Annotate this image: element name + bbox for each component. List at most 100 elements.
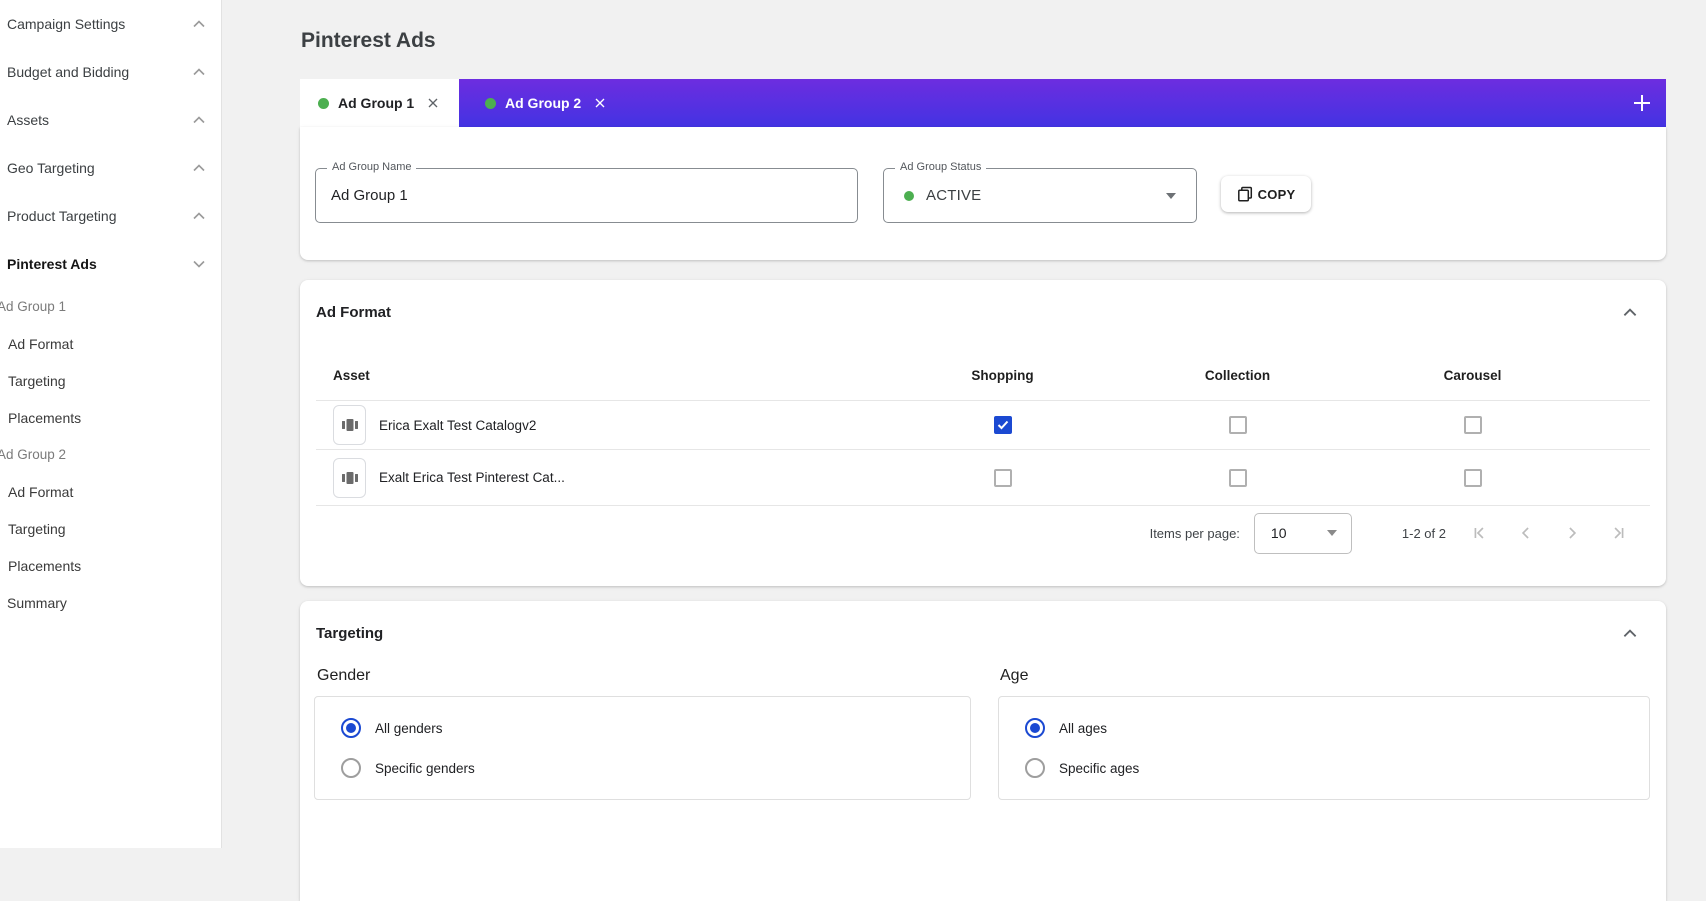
chevron-up-icon — [193, 164, 205, 172]
ad-group-form-card: Ad Group Name Ad Group Status ACTIVE COP… — [300, 127, 1666, 260]
radio-specific-genders[interactable] — [341, 758, 361, 778]
first-page-icon[interactable] — [1470, 523, 1490, 543]
age-option-all[interactable]: All ages — [1025, 718, 1107, 738]
main-area: Pinterest Ads Ad Group 1 Ad Group 2 — [223, 0, 1706, 848]
table-row: Exalt Erica Test Pinterest Cat... — [316, 450, 1650, 506]
asset-thumbnail — [333, 458, 366, 498]
sidebar-item-campaign-settings[interactable]: Campaign Settings — [0, 0, 221, 48]
carousel-icon — [341, 471, 359, 485]
age-label: Age — [1000, 667, 1028, 685]
age-options-box: All ages Specific ages — [998, 696, 1650, 800]
gender-option-all[interactable]: All genders — [341, 718, 443, 738]
sidebar-item-ad-group-1-ad-format[interactable]: Ad Format — [0, 325, 221, 362]
previous-page-icon[interactable] — [1516, 523, 1536, 543]
radio-all-genders[interactable] — [341, 718, 361, 738]
asset-cell: Erica Exalt Test Catalogv2 — [333, 405, 885, 445]
add-ad-group-button[interactable] — [1628, 89, 1656, 117]
ad-format-card: Ad Format Asset Shopping Collection Caro… — [300, 280, 1666, 586]
asset-name: Exalt Erica Test Pinterest Cat... — [379, 470, 565, 485]
chevron-up-icon — [193, 116, 205, 124]
tab-ad-group-2[interactable]: Ad Group 2 — [459, 79, 606, 127]
next-page-icon[interactable] — [1562, 523, 1582, 543]
sidebar-item-ad-group-2-targeting[interactable]: Targeting — [0, 510, 221, 547]
sidebar-item-product-targeting[interactable]: Product Targeting — [0, 192, 221, 240]
checkbox-shopping[interactable] — [994, 469, 1012, 487]
tab-bar-purple-region: Ad Group 2 — [459, 79, 1666, 127]
column-header-carousel: Carousel — [1444, 368, 1502, 383]
ad-group-name-field-wrapper: Ad Group Name — [315, 168, 858, 223]
close-icon[interactable] — [594, 97, 606, 109]
chevron-up-icon — [193, 20, 205, 28]
sidebar-group-ad-group-1: Ad Group 1 — [0, 288, 221, 325]
radio-all-ages[interactable] — [1025, 718, 1045, 738]
paginator-range-label: 1-2 of 2 — [1402, 526, 1446, 541]
ad-group-tab-bar: Ad Group 1 Ad Group 2 — [300, 79, 1666, 127]
collapse-section-button[interactable] — [1620, 302, 1640, 322]
sidebar-item-ad-group-2-ad-format[interactable]: Ad Format — [0, 473, 221, 510]
copy-button[interactable]: COPY — [1221, 176, 1311, 212]
checkbox-collection[interactable] — [1229, 469, 1247, 487]
chevron-up-icon — [1623, 629, 1637, 638]
caret-down-icon — [1166, 193, 1176, 199]
checkbox-shopping[interactable] — [994, 416, 1012, 434]
ad-group-status-value: ACTIVE — [926, 187, 981, 204]
gender-options-box: All genders Specific genders — [314, 696, 971, 800]
copy-button-label: COPY — [1258, 187, 1296, 202]
checkbox-collection[interactable] — [1229, 416, 1247, 434]
asset-cell: Exalt Erica Test Pinterest Cat... — [333, 458, 885, 498]
chevron-up-icon — [193, 68, 205, 76]
page-title: Pinterest Ads — [301, 29, 436, 53]
ad-group-name-label: Ad Group Name — [327, 161, 416, 173]
ad-group-name-input[interactable] — [331, 187, 818, 204]
status-dot-green — [318, 98, 329, 109]
sidebar-item-ad-group-1-targeting[interactable]: Targeting — [0, 362, 221, 399]
caret-down-icon — [1327, 530, 1337, 536]
plus-icon — [1630, 91, 1654, 115]
sidebar-item-budget-and-bidding[interactable]: Budget and Bidding — [0, 48, 221, 96]
ad-group-status-select[interactable]: Ad Group Status ACTIVE — [883, 168, 1197, 223]
tab-ad-group-1[interactable]: Ad Group 1 — [300, 79, 459, 127]
sidebar-item-geo-targeting[interactable]: Geo Targeting — [0, 144, 221, 192]
chevron-up-icon — [1623, 308, 1637, 317]
checkbox-carousel[interactable] — [1464, 469, 1482, 487]
copy-icon — [1237, 186, 1253, 202]
chevron-up-icon — [193, 212, 205, 220]
gender-label: Gender — [317, 667, 370, 685]
checkbox-carousel[interactable] — [1464, 416, 1482, 434]
gender-option-specific[interactable]: Specific genders — [341, 758, 475, 778]
collapse-section-button[interactable] — [1620, 623, 1640, 643]
status-dot-green — [485, 98, 496, 109]
content-column: Pinterest Ads Ad Group 1 Ad Group 2 — [300, 0, 1666, 848]
targeting-card: Targeting Gender All genders Specific ge… — [300, 601, 1666, 901]
targeting-section-title: Targeting — [316, 625, 383, 642]
radio-specific-ages[interactable] — [1025, 758, 1045, 778]
check-icon — [997, 420, 1009, 430]
sidebar-item-ad-group-1-placements[interactable]: Placements — [0, 399, 221, 436]
last-page-icon[interactable] — [1608, 523, 1628, 543]
sidebar-navigation: Campaign Settings Budget and Bidding Ass… — [0, 0, 222, 848]
column-header-shopping: Shopping — [971, 368, 1033, 383]
sidebar-item-pinterest-ads[interactable]: Pinterest Ads — [0, 240, 221, 288]
age-option-specific[interactable]: Specific ages — [1025, 758, 1139, 778]
sidebar-item-assets[interactable]: Assets — [0, 96, 221, 144]
items-per-page-label: Items per page: — [1150, 526, 1240, 541]
page-size-select[interactable]: 10 — [1254, 513, 1352, 554]
chevron-down-icon — [193, 260, 205, 268]
table-row: Erica Exalt Test Catalogv2 — [316, 401, 1650, 450]
page-size-value: 10 — [1271, 525, 1287, 541]
asset-name: Erica Exalt Test Catalogv2 — [379, 418, 536, 433]
paginator-buttons — [1470, 523, 1628, 543]
status-dot-green — [904, 191, 914, 201]
table-paginator: Items per page: 10 1-2 of 2 — [316, 506, 1650, 560]
sidebar-item-summary[interactable]: Summary — [0, 584, 221, 621]
carousel-icon — [341, 418, 359, 432]
asset-thumbnail — [333, 405, 366, 445]
sidebar-group-ad-group-2: Ad Group 2 — [0, 436, 221, 473]
ad-format-table-header: Asset Shopping Collection Carousel — [316, 350, 1650, 401]
column-header-asset: Asset — [333, 368, 885, 383]
ad-group-status-label: Ad Group Status — [895, 161, 986, 173]
column-header-collection: Collection — [1205, 368, 1270, 383]
close-icon[interactable] — [427, 97, 439, 109]
ad-format-section-title: Ad Format — [316, 304, 391, 321]
sidebar-item-ad-group-2-placements[interactable]: Placements — [0, 547, 221, 584]
